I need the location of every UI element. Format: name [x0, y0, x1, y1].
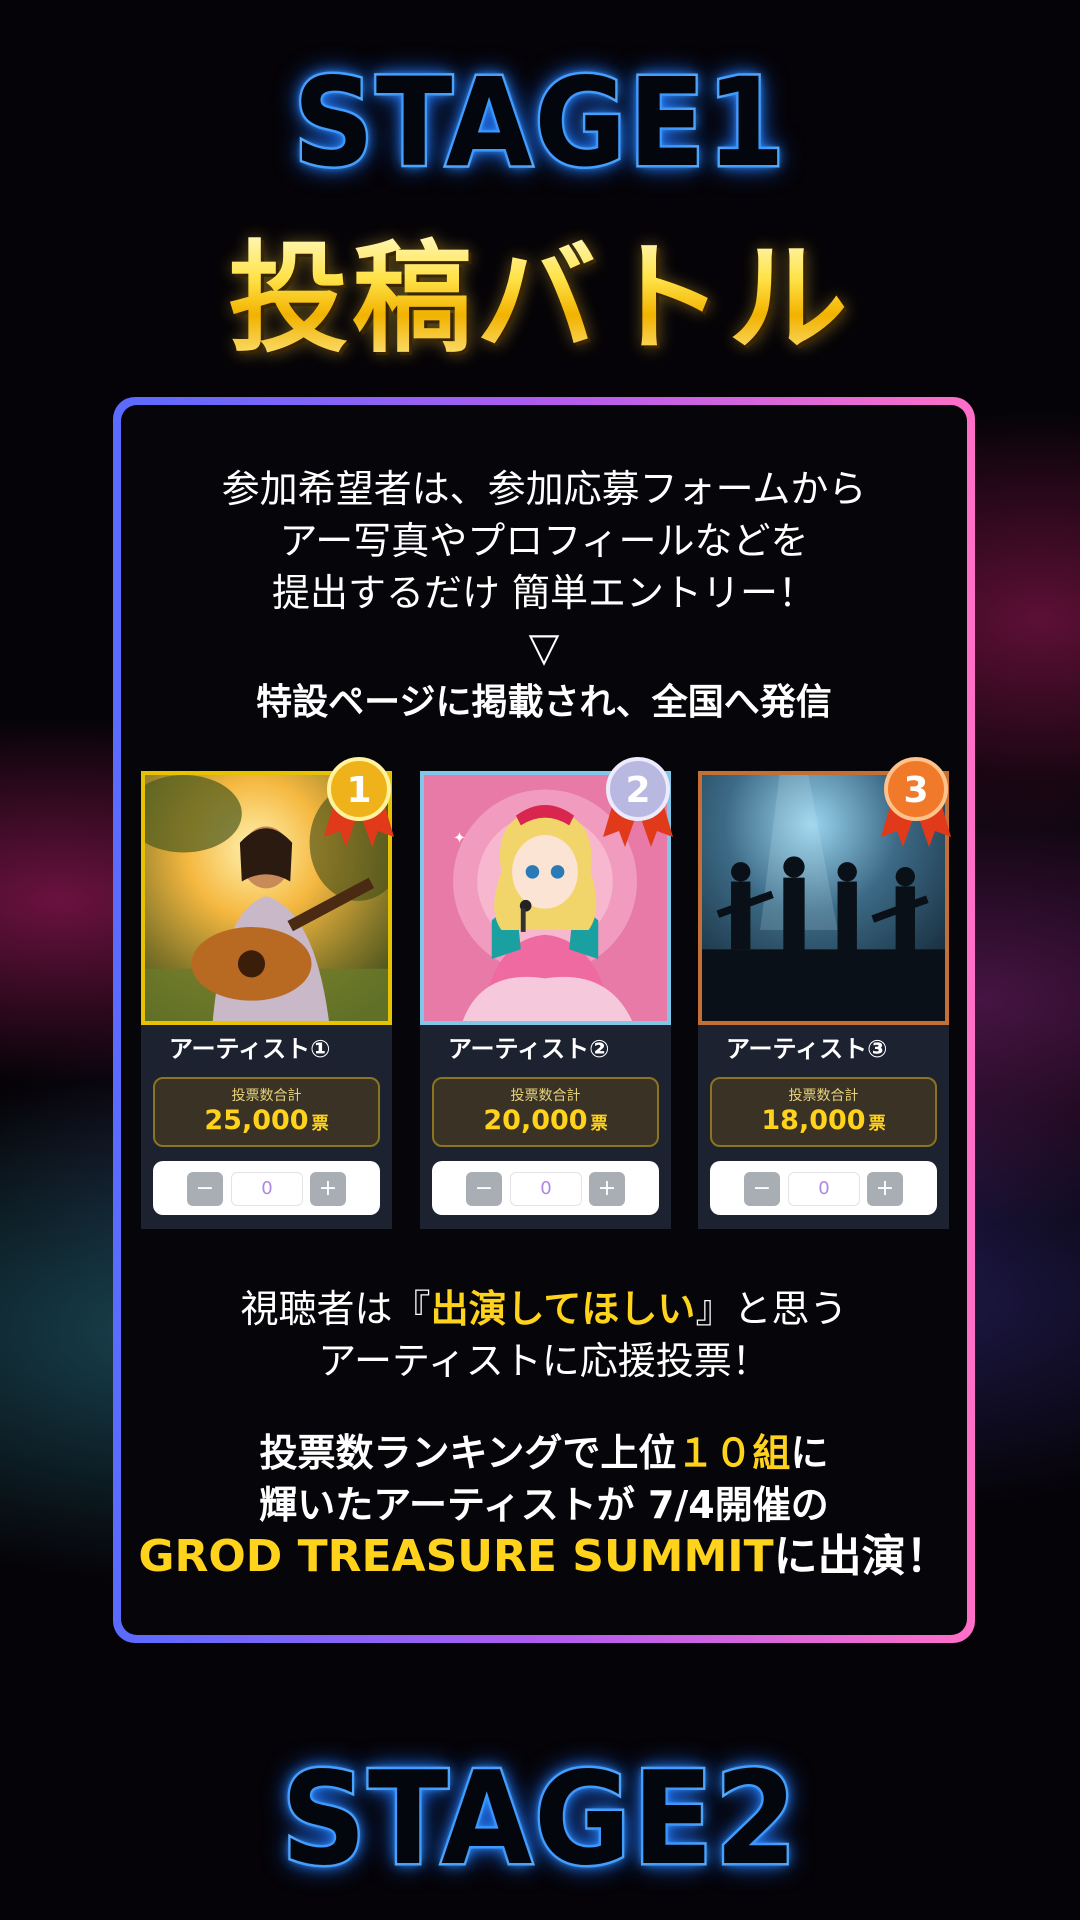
intro-headline: 特設ページに掲載され、全国へ発信 — [256, 682, 832, 723]
info-frame: 参加希望者は、参加応募フォームから アー写真やプロフィールなどを 提出するだけ … — [113, 397, 975, 1643]
votes-total-box-3: 投票数合計 18,000 票 — [710, 1077, 937, 1147]
vote-minus-button-1[interactable]: − — [187, 1172, 223, 1206]
votes-unit-3: 票 — [868, 1114, 886, 1134]
ranking-line-2: 輝いたアーティストが 7/4開催の — [259, 1483, 829, 1527]
viewer-line-1-pre: 視聴者は『 — [240, 1287, 431, 1331]
votes-value-3: 18,000 票 — [712, 1105, 935, 1140]
ranking-line-3-post: に出演！ — [773, 1531, 950, 1582]
battle-title: 投稿バトル — [0, 225, 1080, 375]
medal-rank-1: 1 — [346, 770, 371, 811]
viewer-text: 視聴者は『出演してほしい』と思う アーティストに応援投票！ — [121, 1283, 967, 1387]
event-name: GROD TREASURE SUMMIT — [138, 1531, 774, 1582]
vote-minus-button-3[interactable]: − — [744, 1172, 780, 1206]
svg-text:✦: ✦ — [453, 829, 466, 847]
intro-text: 参加希望者は、参加応募フォームから アー写真やプロフィールなどを 提出するだけ … — [121, 463, 967, 619]
votes-total-box-1: 投票数合計 25,000 票 — [153, 1077, 380, 1147]
gold-medal-icon: 1 — [320, 753, 398, 849]
artist-name-2: アーティスト② — [448, 1035, 610, 1063]
stage-page: STAGE1 投稿バトル 参加希望者は、参加応募フォームから アー写真やプロフィ… — [0, 0, 1080, 1920]
votes-value-1: 25,000 票 — [155, 1105, 378, 1140]
medal-rank-2: 2 — [625, 770, 650, 811]
artist-cards: 1 アーティスト① 投票数合計 25,000 票 − 0 + ✦ 2 アーティス… — [141, 757, 951, 1231]
down-triangle-icon: ▽ — [528, 625, 560, 671]
artist-name-1: アーティスト① — [169, 1035, 331, 1063]
info-panel: 参加希望者は、参加応募フォームから アー写真やプロフィールなどを 提出するだけ … — [121, 405, 967, 1635]
viewer-line-2: アーティストに応援投票！ — [318, 1339, 770, 1383]
vote-input-1[interactable]: 0 — [231, 1172, 303, 1206]
medal-rank-3: 3 — [903, 770, 928, 811]
votes-label-2: 投票数合計 — [510, 1088, 581, 1104]
silver-medal-icon: 2 — [599, 753, 677, 849]
artist-card-3[interactable]: 3 アーティスト③ 投票数合計 18,000 票 − 0 + — [698, 757, 951, 1229]
votes-label-3: 投票数合計 — [788, 1088, 859, 1104]
votes-unit-1: 票 — [311, 1114, 329, 1134]
votes-count-3: 18,000 — [761, 1105, 866, 1136]
viewer-line-1: 視聴者は『出演してほしい』と思う — [121, 1283, 967, 1335]
ranking-line-1-pre: 投票数ランキングで上位 — [259, 1431, 677, 1475]
vote-input-2[interactable]: 0 — [510, 1172, 582, 1206]
artist-name-3: アーティスト③ — [726, 1035, 888, 1063]
ranking-line-3: GROD TREASURE SUMMITに出演！ — [121, 1531, 967, 1583]
vote-minus-button-2[interactable]: − — [466, 1172, 502, 1206]
viewer-highlight: 出演してほしい — [430, 1287, 696, 1331]
votes-label-1: 投票数合計 — [231, 1088, 302, 1104]
vote-stepper-3: − 0 + — [710, 1161, 937, 1215]
artist-card-1[interactable]: 1 アーティスト① 投票数合計 25,000 票 − 0 + — [141, 757, 394, 1229]
vote-stepper-2: − 0 + — [432, 1161, 659, 1215]
vote-stepper-1: − 0 + — [153, 1161, 380, 1215]
intro-line-3: 提出するだけ 簡単エントリー！ — [271, 571, 817, 615]
votes-total-box-2: 投票数合計 20,000 票 — [432, 1077, 659, 1147]
vote-plus-button-1[interactable]: + — [310, 1172, 346, 1206]
vote-plus-button-3[interactable]: + — [867, 1172, 903, 1206]
vote-plus-button-2[interactable]: + — [589, 1172, 625, 1206]
ranking-text: 投票数ランキングで上位１０組に 輝いたアーティストが 7/4開催の GROD T… — [121, 1427, 967, 1583]
stage2-title: STAGE2 — [279, 1743, 799, 1897]
ranking-top-count: １０組 — [676, 1431, 791, 1475]
vote-input-3[interactable]: 0 — [788, 1172, 860, 1206]
intro-line-1: 参加希望者は、参加応募フォームから — [221, 467, 867, 511]
ranking-line-1-post: に — [790, 1431, 829, 1475]
stage1-title: STAGE1 — [291, 50, 787, 197]
votes-unit-2: 票 — [590, 1114, 608, 1134]
votes-value-2: 20,000 票 — [434, 1105, 657, 1140]
viewer-line-1-post: 』と思う — [695, 1287, 848, 1331]
votes-count-1: 25,000 — [204, 1105, 309, 1136]
artist-card-2[interactable]: ✦ ✦ 2 アーティスト② 投票数合計 — [420, 757, 673, 1229]
intro-line-2: アー写真やプロフィールなどを — [279, 519, 809, 563]
ranking-line-1: 投票数ランキングで上位１０組に — [121, 1427, 967, 1479]
votes-count-2: 20,000 — [483, 1105, 588, 1136]
bronze-medal-icon: 3 — [877, 753, 955, 849]
